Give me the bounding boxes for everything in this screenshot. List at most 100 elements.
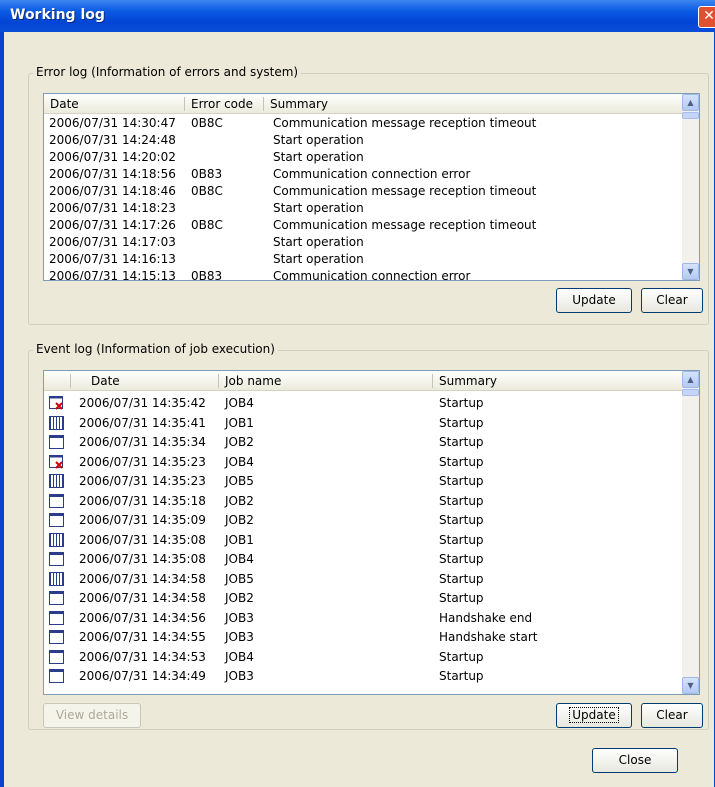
scroll-thumb[interactable] xyxy=(682,112,699,119)
cell-summary: Communication message reception timeout xyxy=(273,218,537,232)
scroll-down-icon[interactable]: ▼ xyxy=(682,677,699,694)
cell-code: 0B83 xyxy=(191,269,223,281)
table-row[interactable]: 2006/07/31 14:35:08 JOB1 Startup xyxy=(44,532,682,549)
cell-job: JOB5 xyxy=(225,571,254,586)
cell-summary: Start operation xyxy=(273,252,364,266)
error-log-scrollbar[interactable]: ▲ ▼ xyxy=(682,94,699,280)
scroll-up-icon[interactable]: ▲ xyxy=(682,371,699,388)
job-document-icon xyxy=(49,630,64,644)
cell-summary: Startup xyxy=(439,493,484,508)
cell-summary: Startup xyxy=(439,435,484,449)
job-table-icon xyxy=(49,571,64,586)
cell-job: JOB4 xyxy=(225,454,254,469)
table-row[interactable]: 2006/07/31 14:35:23 JOB5 Startup xyxy=(44,473,682,490)
cell-code: 0B83 xyxy=(191,167,223,181)
table-row[interactable]: 2006/07/31 14:17:03 Start operation xyxy=(44,234,682,251)
event-clear-button[interactable]: Clear xyxy=(641,703,703,728)
table-row[interactable]: 2006/07/31 14:16:13 Start operation xyxy=(44,251,682,268)
column-header-job-name[interactable]: Job name xyxy=(225,374,281,388)
cell-date: 2006/07/31 14:35:23 xyxy=(79,474,206,488)
table-row[interactable]: 2006/07/31 14:18:56 0B83 Communication con… xyxy=(44,166,682,183)
job-table-icon xyxy=(49,474,64,488)
scroll-up-icon[interactable]: ▲ xyxy=(682,94,699,111)
event-log-scrollbar[interactable]: ▲ ▼ xyxy=(682,371,699,694)
table-row[interactable]: 2006/07/31 14:34:56 JOB3 Handshake end xyxy=(44,610,682,627)
column-header-summary[interactable]: Summary xyxy=(270,97,328,111)
table-row[interactable]: 2006/07/31 14:30:47 0B8C Communication mes… xyxy=(44,115,682,132)
column-header-date[interactable]: Date xyxy=(91,374,120,388)
view-details-button[interactable]: View details xyxy=(43,703,141,728)
cell-job: JOB1 xyxy=(225,532,254,547)
working-log-window: Working log ✕ Error log (Information of … xyxy=(0,0,715,787)
column-header-error-code[interactable]: Error code xyxy=(191,97,253,111)
event-update-label: Update xyxy=(569,707,619,723)
cell-date: 2006/07/31 14:17:26 xyxy=(49,218,176,232)
table-row[interactable]: 2006/07/31 14:34:58 JOB5 Startup xyxy=(44,571,682,588)
table-row[interactable]: 2006/07/31 14:24:48 Start operation xyxy=(44,132,682,149)
cell-date: 2006/07/31 14:34:56 xyxy=(79,610,206,625)
table-row[interactable]: 2006/07/31 14:34:53 JOB4 Startup xyxy=(44,649,682,666)
event-log-list[interactable]: Date Job name Summary 2006/07/31 14:35:4… xyxy=(43,370,700,695)
cell-date: 2006/07/31 14:34:58 xyxy=(79,591,206,605)
table-row[interactable]: 2006/07/31 14:35:42 JOB4 Startup xyxy=(44,395,682,412)
table-row[interactable]: 2006/07/31 14:34:55 JOB3 Handshake start xyxy=(44,629,682,646)
error-clear-button[interactable]: Clear xyxy=(641,288,703,313)
cell-job: JOB2 xyxy=(225,493,254,508)
event-update-button[interactable]: Update xyxy=(556,703,632,728)
table-row[interactable]: 2006/07/31 14:35:08 JOB4 Startup xyxy=(44,551,682,568)
job-table-icon xyxy=(49,532,64,547)
scroll-thumb[interactable] xyxy=(682,389,699,396)
title-bar[interactable]: Working log ✕ xyxy=(0,0,715,32)
cell-code: 0B8C xyxy=(191,184,223,198)
job-document-icon xyxy=(49,552,64,566)
table-row[interactable]: 2006/07/31 14:35:18 JOB2 Startup xyxy=(44,493,682,510)
error-log-legend: Error log (Information of errors and sys… xyxy=(33,65,302,79)
cell-date: 2006/07/31 14:18:23 xyxy=(49,201,176,215)
cell-job: JOB2 xyxy=(225,591,254,605)
table-row[interactable]: 2006/07/31 14:18:23 Start operation xyxy=(44,200,682,217)
cell-summary: Communication message reception timeout xyxy=(273,116,537,130)
cell-job: JOB5 xyxy=(225,474,254,488)
job-document-icon xyxy=(49,513,64,527)
cell-date: 2006/07/31 14:35:34 xyxy=(79,435,206,449)
error-log-group: Error log (Information of errors and sys… xyxy=(28,65,709,325)
job-error-icon xyxy=(49,454,64,469)
cell-summary: Startup xyxy=(439,415,484,430)
cell-date: 2006/07/31 14:35:09 xyxy=(79,513,206,527)
cell-summary: Handshake start xyxy=(439,630,538,644)
cell-summary: Communication connection error xyxy=(273,167,471,181)
table-row[interactable]: 2006/07/31 14:34:58 JOB2 Startup xyxy=(44,590,682,607)
close-icon[interactable]: ✕ xyxy=(698,6,715,28)
table-row[interactable]: 2006/07/31 14:35:09 JOB2 Startup xyxy=(44,512,682,529)
cell-code: 0B8C xyxy=(191,116,223,130)
cell-summary: Handshake end xyxy=(439,610,533,625)
cell-date: 2006/07/31 14:35:42 xyxy=(79,396,206,410)
cell-date: 2006/07/31 14:18:56 xyxy=(49,167,176,181)
table-row[interactable]: 2006/07/31 14:18:46 0B8C Communication mes… xyxy=(44,183,682,200)
column-header-summary[interactable]: Summary xyxy=(439,374,497,388)
job-document-icon xyxy=(49,649,64,664)
error-update-button[interactable]: Update xyxy=(556,288,632,313)
table-row[interactable]: 2006/07/31 14:35:23 JOB4 Startup xyxy=(44,454,682,471)
cell-date: 2006/07/31 14:35:23 xyxy=(79,454,206,469)
table-row[interactable]: 2006/07/31 14:35:34 JOB2 Startup xyxy=(44,434,682,451)
close-button[interactable]: Close xyxy=(592,748,678,773)
column-header-date[interactable]: Date xyxy=(50,97,79,111)
cell-summary: Startup xyxy=(439,649,484,664)
job-table-icon xyxy=(49,415,64,430)
cell-date: 2006/07/31 14:34:49 xyxy=(79,669,206,683)
job-document-icon xyxy=(49,591,64,605)
cell-date: 2006/07/31 14:35:18 xyxy=(79,493,206,508)
error-log-list[interactable]: Date Error code Summary 2006/07/31 14:30… xyxy=(43,93,700,281)
cell-summary: Start operation xyxy=(273,235,364,249)
error-log-header: Date Error code Summary xyxy=(44,94,682,114)
table-row[interactable]: 2006/07/31 14:35:41 JOB1 Startup xyxy=(44,415,682,432)
cell-date: 2006/07/31 14:24:48 xyxy=(49,133,176,147)
scroll-down-icon[interactable]: ▼ xyxy=(682,263,699,280)
cell-summary: Startup xyxy=(439,591,484,605)
table-row[interactable]: 2006/07/31 14:17:26 0B8C Communication mes… xyxy=(44,217,682,234)
table-row[interactable]: 2006/07/31 14:20:02 Start operation xyxy=(44,149,682,166)
table-row[interactable]: 2006/07/31 14:15:13 0B83 Communication con… xyxy=(44,268,682,281)
cell-job: JOB4 xyxy=(225,552,254,566)
table-row[interactable]: 2006/07/31 14:34:49 JOB3 Startup xyxy=(44,668,682,685)
